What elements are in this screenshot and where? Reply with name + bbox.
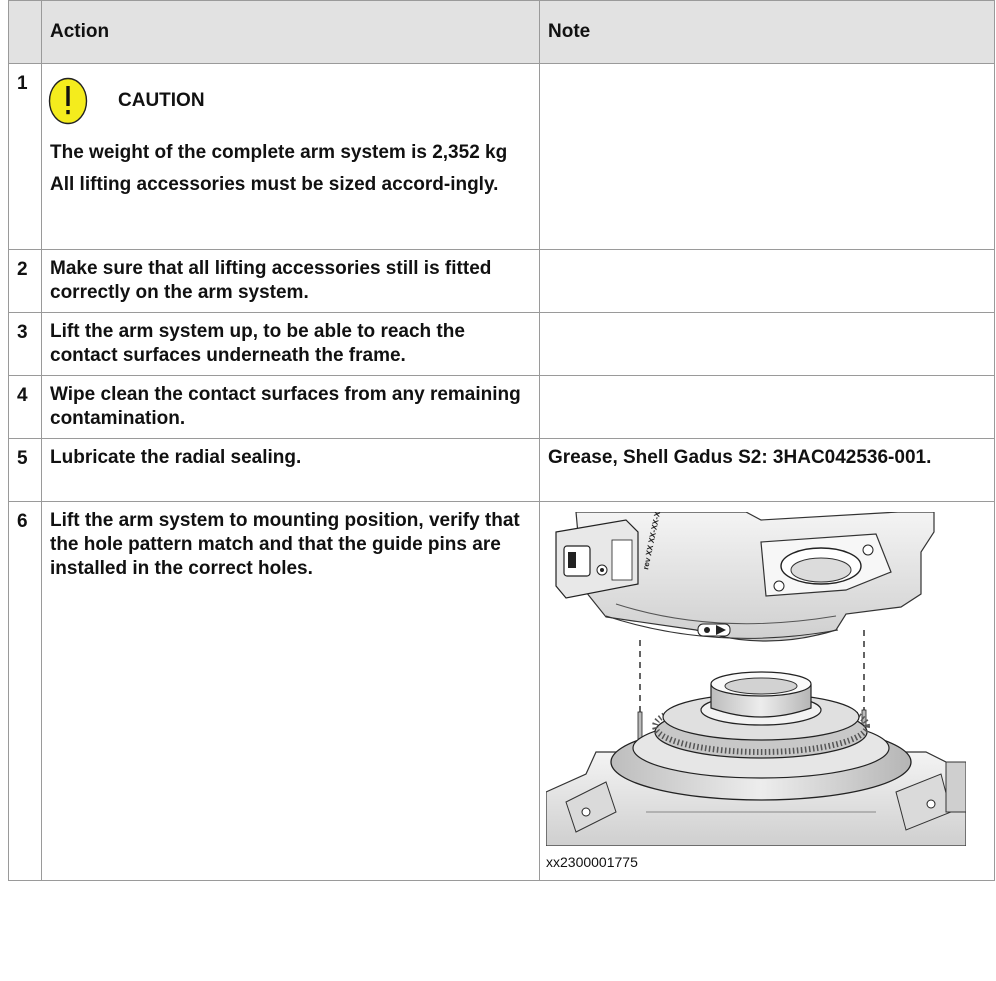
step-number: 3	[8, 312, 42, 376]
caution-block: CAUTION The weight of the complete arm s…	[41, 63, 540, 250]
step-note: Grease, Shell Gadus S2: 3HAC042536-001.	[539, 438, 995, 502]
header-number	[8, 0, 42, 64]
caution-accessories-text: All lifting accessories must be sized ac…	[50, 174, 499, 195]
header-note: Note	[539, 0, 995, 64]
table-row: 6 Lift the arm system to mounting positi…	[8, 501, 995, 881]
step-note	[539, 375, 995, 439]
table-header-row: Action Note	[8, 0, 995, 64]
header-action: Action	[41, 0, 540, 64]
step-action: Make sure that all lifting accessories s…	[41, 249, 540, 313]
table-row: 4 Wipe clean the contact surfaces from a…	[8, 375, 995, 439]
step-number: 5	[8, 438, 42, 502]
step-note	[539, 312, 995, 376]
table-row: 2 Make sure that all lifting accessories…	[8, 249, 995, 313]
caution-exclamation-icon	[48, 77, 88, 125]
caution-header: CAUTION	[48, 73, 529, 129]
arm-system-mounting-figure: rev XX XX-XX-XX	[546, 512, 966, 846]
figure-cell: rev XX XX-XX-XX xx2300001775	[539, 501, 995, 881]
step-number: 4	[8, 375, 42, 439]
step-number: 1	[8, 63, 42, 250]
table-row: 5 Lubricate the radial sealing. Grease, …	[8, 438, 995, 502]
figure-caption: xx2300001775	[546, 854, 638, 870]
step-action: Lift the arm system up, to be able to re…	[41, 312, 540, 376]
step-action: Lift the arm system to mounting position…	[41, 501, 540, 881]
procedure-table: Action Note 1 CAUTION The weight of the …	[8, 0, 995, 881]
step-note	[539, 63, 995, 250]
table-row: 1 CAUTION The weight of the complete arm…	[8, 63, 995, 250]
step-action: Wipe clean the contact surfaces from any…	[41, 375, 540, 439]
step-number: 2	[8, 249, 42, 313]
table-row: 3 Lift the arm system up, to be able to …	[8, 312, 995, 376]
step-number: 6	[8, 501, 42, 881]
step-action: Lubricate the radial sealing.	[41, 438, 540, 502]
caution-weight-text: The weight of the complete arm system is…	[50, 142, 508, 163]
caution-title: CAUTION	[118, 90, 205, 111]
step-note	[539, 249, 995, 313]
